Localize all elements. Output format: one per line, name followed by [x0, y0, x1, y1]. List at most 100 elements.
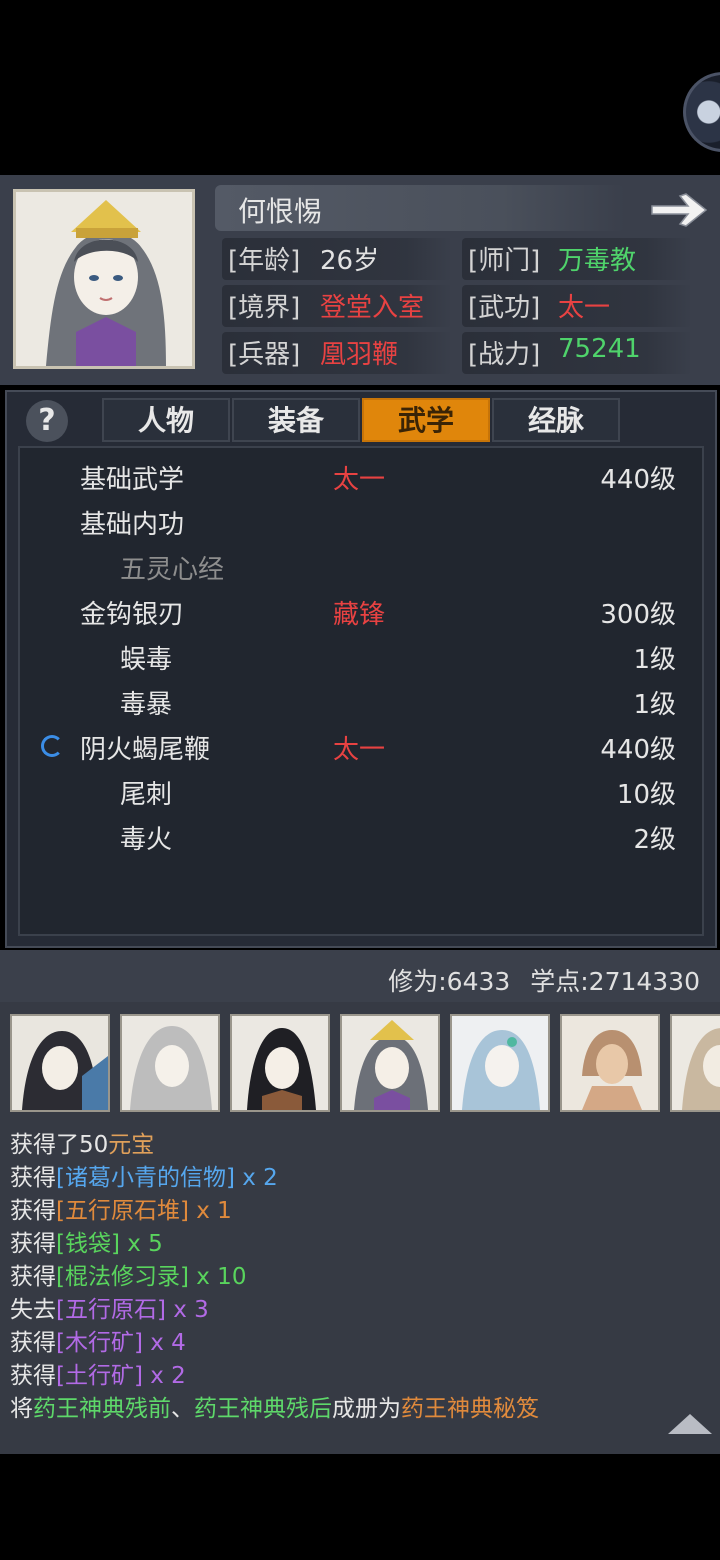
arrow-right-icon[interactable]: [648, 192, 710, 228]
log-line: 获得[诸葛小青的信物] x 2: [10, 1158, 278, 1192]
active-skill-icon: [41, 735, 63, 757]
skill-level: 10级: [616, 780, 676, 810]
skill-name: 金钩银刃: [80, 600, 185, 630]
log-item: [钱袋]: [56, 1231, 120, 1257]
log-line: 获得[棍法修习录] x 10: [10, 1257, 246, 1291]
skill-name: 基础武学: [80, 465, 185, 495]
skill-level: 1级: [633, 645, 676, 675]
skill-row[interactable]: 阴火蝎尾鞭 太一 440级: [0, 723, 720, 767]
skill-name: 阴火蝎尾鞭: [80, 735, 211, 765]
companion-strip: [0, 1014, 720, 1114]
skill-name: 尾刺: [120, 780, 173, 810]
character-portrait[interactable]: [13, 189, 195, 369]
companion-portrait[interactable]: [10, 1014, 110, 1112]
log-qty: x 10: [188, 1264, 247, 1290]
log-text: 获得: [10, 1231, 56, 1257]
log-text: 失去: [10, 1297, 56, 1323]
skill-row[interactable]: 蜈毒 1级: [0, 633, 720, 677]
stat-value-power: 75241: [558, 334, 641, 364]
tab-meridians[interactable]: 经脉: [492, 398, 620, 442]
skill-tier: 藏锋: [333, 600, 386, 630]
stat-value-realm: 登堂入室: [320, 293, 425, 323]
skill-row[interactable]: 尾刺 10级: [0, 768, 720, 812]
skill-level: 440级: [600, 735, 676, 765]
log-qty: x 4: [142, 1330, 186, 1356]
stat-label-martial: [武功]: [468, 293, 541, 323]
stat-label-power: [战力]: [468, 340, 541, 370]
tab-character[interactable]: 人物: [102, 398, 230, 442]
log-text: 获得: [10, 1198, 56, 1224]
stat-label-sect: [师门]: [468, 246, 541, 276]
companion-portrait[interactable]: [340, 1014, 440, 1112]
skill-tier: 太一: [333, 735, 386, 765]
stat-label-realm: [境界]: [228, 293, 301, 323]
log-item: [木行矿]: [56, 1330, 143, 1356]
tab-equipment[interactable]: 装备: [232, 398, 360, 442]
stat-value-age: 26岁: [320, 246, 380, 276]
log-text: 、: [171, 1396, 194, 1422]
log-qty: x 5: [119, 1231, 163, 1257]
character-name: 何恨惕: [238, 195, 323, 228]
cultivation-points: 修为:6433 学点:2714330: [388, 962, 700, 998]
log-item: 药王神典秘笈: [401, 1396, 539, 1422]
log-item: [土行矿]: [56, 1363, 143, 1389]
learning-points: 学点:2714330: [530, 967, 700, 996]
log-item: [五行原石]: [56, 1297, 166, 1323]
skill-row[interactable]: 金钩银刃 藏锋 300级: [0, 588, 720, 632]
log-line: 获得[五行原石堆] x 1: [10, 1191, 232, 1225]
stat-label-age: [年龄]: [228, 246, 301, 276]
skill-name: 基础内功: [80, 510, 185, 540]
skill-tier: 太一: [333, 465, 386, 495]
companion-portrait[interactable]: [560, 1014, 660, 1112]
menu-orb-icon[interactable]: [683, 72, 720, 152]
log-line: 将药王神典残前、药王神典残后成册为药王神典秘笈: [10, 1389, 539, 1423]
log-item: 药王神典残前: [33, 1396, 171, 1422]
game-screen: 何恨惕 [年龄] 26岁 [师门] 万毒教 [境界] 登堂入室 [武功] 太一 …: [0, 0, 720, 1560]
skill-row[interactable]: 五灵心经: [0, 543, 720, 587]
skill-level: 2级: [633, 825, 676, 855]
triangle-up-icon[interactable]: [668, 1414, 712, 1434]
skill-name: 五灵心经: [120, 555, 225, 585]
companion-portrait[interactable]: [120, 1014, 220, 1112]
stat-value-weapon: 凰羽鞭: [320, 340, 399, 370]
skill-name: 毒火: [120, 825, 173, 855]
skill-row[interactable]: 基础内功: [0, 498, 720, 542]
companion-portrait[interactable]: [230, 1014, 330, 1112]
log-text: 获得: [10, 1330, 56, 1356]
log-text: 获得: [10, 1264, 56, 1290]
log-text: 获得: [10, 1165, 56, 1191]
skill-row[interactable]: 基础武学 太一 440级: [0, 453, 720, 497]
skill-level: 440级: [600, 465, 676, 495]
skill-row[interactable]: 毒暴 1级: [0, 678, 720, 722]
cultivation-value: 修为:6433: [388, 967, 511, 996]
log-line: 获得[钱袋] x 5: [10, 1224, 163, 1258]
companion-portrait[interactable]: [670, 1014, 720, 1112]
skill-level: 300级: [600, 600, 676, 630]
stat-value-sect: 万毒教: [558, 246, 637, 276]
log-text: 成册为: [332, 1396, 401, 1422]
log-line: 获得[土行矿] x 2: [10, 1356, 186, 1390]
log-qty: x 2: [234, 1165, 278, 1191]
log-qty: x 3: [165, 1297, 209, 1323]
companion-portrait[interactable]: [450, 1014, 550, 1112]
log-item: [诸葛小青的信物]: [56, 1165, 235, 1191]
skill-name: 毒暴: [120, 690, 173, 720]
log-item: [棍法修习录]: [56, 1264, 189, 1290]
skill-row[interactable]: 毒火 2级: [0, 813, 720, 857]
log-item: 元宝: [108, 1132, 155, 1158]
log-text: 获得了50: [10, 1132, 109, 1158]
log-line: 失去[五行原石] x 3: [10, 1290, 209, 1324]
stat-label-weapon: [兵器]: [228, 340, 301, 370]
log-line: 获得[木行矿] x 4: [10, 1323, 186, 1357]
log-qty: x 2: [142, 1363, 186, 1389]
log-text: 获得: [10, 1363, 56, 1389]
stat-value-martial: 太一: [558, 293, 611, 323]
log-line: 获得了50元宝: [10, 1125, 154, 1159]
log-text: 将: [10, 1396, 33, 1422]
log-item: [五行原石堆]: [56, 1198, 189, 1224]
skill-level: 1级: [633, 690, 676, 720]
help-icon[interactable]: ?: [26, 400, 68, 442]
log-qty: x 1: [188, 1198, 232, 1224]
tab-martial-arts[interactable]: 武学: [362, 398, 490, 442]
skill-name: 蜈毒: [120, 645, 173, 675]
